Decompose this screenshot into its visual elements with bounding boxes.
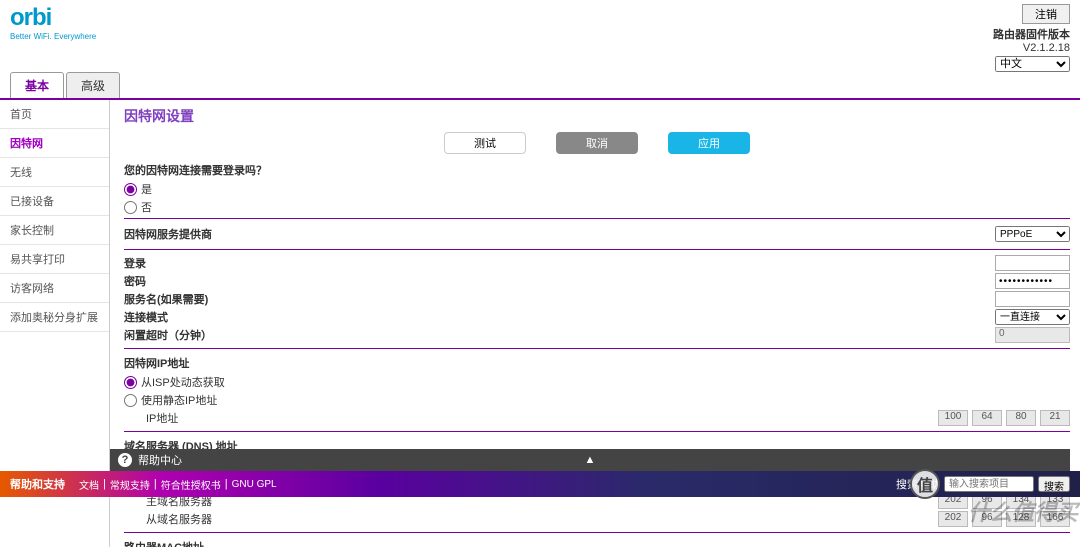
ip-static-label: 使用静态IP地址 [141,392,217,408]
login-required-question: 您的因特网连接需要登录吗？ [124,160,1070,180]
login-required-no-radio[interactable] [124,201,137,214]
top-tabs: 基本 高级 [0,72,1080,100]
ip-octet-1: 100 [938,410,968,426]
conn-mode-select[interactable]: 一直连接 [995,309,1070,325]
sidebar-item-attached[interactable]: 已接设备 [0,187,109,216]
idle-timeout-label: 闲置超时（分钟） [124,327,212,343]
dns-secondary-label: 从域名服务器 [124,511,212,527]
service-name-label: 服务名(如果需要) [124,291,208,307]
login-required-yes-radio[interactable] [124,183,137,196]
footer-label: 帮助和支持 [10,476,65,492]
logo: orbi Better WiFi. Everywhere [10,4,96,41]
sidebar-item-wireless[interactable]: 无线 [0,158,109,187]
sidebar-item-guest[interactable]: 访客网络 [0,274,109,303]
ip-address-label: IP地址 [124,410,178,426]
password-label: 密码 [124,273,146,289]
isp-heading: 因特网服务提供商 [124,224,212,244]
login-input[interactable] [995,255,1070,271]
sidebar-item-readyshare[interactable]: 易共享打印 [0,245,109,274]
ip-dynamic-radio[interactable] [124,376,137,389]
apply-button[interactable]: 应用 [668,132,750,154]
brand-tagline: Better WiFi. Everywhere [10,32,96,41]
ip-dynamic-label: 从ISP处动态获取 [141,374,225,390]
firmware-version: V2.1.2.18 [993,42,1070,54]
ip-static-radio[interactable] [124,394,137,407]
footer-search-button[interactable]: 搜索 [1038,476,1070,492]
test-button[interactable]: 测试 [444,132,526,154]
logout-button[interactable]: 注销 [1022,4,1070,24]
firmware-label: 路由器固件版本 [993,26,1070,42]
page-title: 因特网设置 [124,106,1070,126]
sidebar-item-parental[interactable]: 家长控制 [0,216,109,245]
mac-heading: 路由器MAC地址 [124,537,1070,547]
conn-mode-label: 连接模式 [124,309,168,325]
help-center-bar[interactable]: ? 帮助中心 ▲ [110,449,1070,471]
ip-octet-2: 64 [972,410,1002,426]
cancel-button[interactable]: 取消 [556,132,638,154]
service-name-input[interactable] [995,291,1070,307]
language-select[interactable]: 中文 [995,56,1070,72]
ip-octet-4: 21 [1040,410,1070,426]
isp-mode-select[interactable]: PPPoE [995,226,1070,242]
sidebar-item-add-satellite[interactable]: 添加奥秘分身扩展 [0,303,109,332]
password-input[interactable] [995,273,1070,289]
footer-link-support[interactable]: 常规支持 [110,477,150,492]
footer-link-compliance[interactable]: 符合性授权书 [161,477,221,492]
ip-heading: 因特网IP地址 [124,353,1070,373]
footer-link-docs[interactable]: 文档 [79,477,99,492]
watermark-text: 什么值得买 [968,495,1078,527]
help-icon: ? [118,453,132,467]
tab-basic[interactable]: 基本 [10,72,64,98]
idle-timeout-value: 0 [995,327,1070,343]
sidebar-item-home[interactable]: 首页 [0,100,109,129]
sidebar-item-internet[interactable]: 因特网 [0,129,109,158]
footer-search-input[interactable] [944,476,1034,492]
login-label: 登录 [124,255,146,271]
login-required-yes-label: 是 [141,181,152,197]
brand-text: orbi [10,4,96,32]
footer-link-gpl[interactable]: GNU GPL [232,479,277,490]
watermark-badge: 值 [910,469,940,499]
dns-secondary-1: 202 [938,511,968,527]
tab-advanced[interactable]: 高级 [66,72,120,98]
ip-octet-3: 80 [1006,410,1036,426]
help-center-title: 帮助中心 [138,452,182,468]
chevron-up-icon: ▲ [585,454,596,466]
login-required-no-label: 否 [141,199,152,215]
